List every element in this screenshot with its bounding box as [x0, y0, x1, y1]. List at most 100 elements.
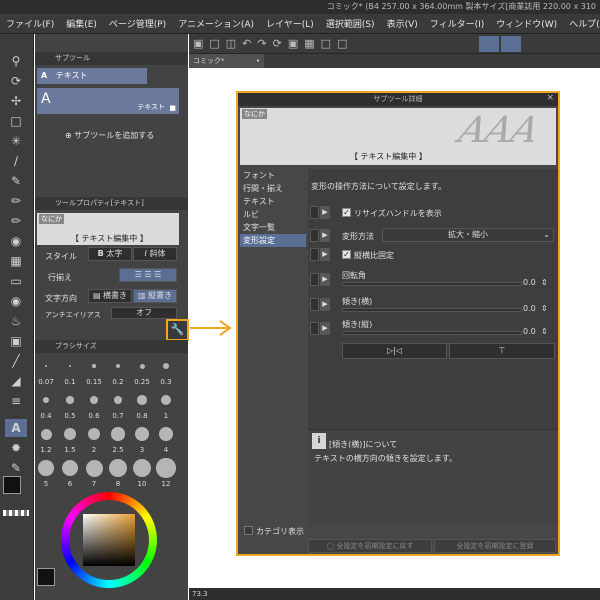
category-text[interactable]: テキスト [240, 195, 306, 208]
pen-icon[interactable]: ✎ [5, 172, 27, 190]
lock-toggle[interactable] [310, 206, 319, 219]
brush-size-cell[interactable]: 0.25 [131, 356, 153, 388]
brush-size-cell[interactable]: 2.5 [107, 424, 129, 456]
expand-arrow-icon[interactable]: ▶ [320, 229, 330, 242]
brush-size-cell[interactable]: 5 [35, 458, 57, 490]
vertical-text-button[interactable]: ▥ 縦書き [133, 289, 177, 303]
transform-select[interactable]: 拡大・縮小 ⌄ [382, 228, 554, 242]
eyedropper-icon[interactable]: ∕ [5, 152, 27, 170]
decoration-icon[interactable]: ▦ [5, 252, 27, 270]
rotation-slider[interactable] [342, 282, 522, 286]
menu-page[interactable]: ページ管理(P) [103, 17, 172, 30]
expand-arrow-icon[interactable]: ▶ [320, 298, 330, 311]
color-wheel[interactable] [61, 492, 157, 588]
brush-size-cell[interactable]: 0.6 [83, 390, 105, 422]
spinner-icon[interactable]: ⇕ [541, 327, 548, 336]
zoom-icon[interactable]: ⚲ [5, 52, 27, 70]
category-font[interactable]: フォント [240, 169, 306, 182]
skew-v-slider[interactable] [342, 331, 522, 335]
blend-icon[interactable]: ◉ [5, 292, 27, 310]
subtool-item-text-2[interactable]: A テキスト ■ [37, 88, 179, 114]
brush-size-cell[interactable]: 0.8 [131, 390, 153, 422]
brush-size-cell[interactable]: 0.7 [107, 390, 129, 422]
brush-size-cell[interactable]: 0.07 [35, 356, 57, 388]
lock-toggle[interactable] [310, 248, 319, 261]
selection-icon[interactable]: □ [5, 112, 27, 130]
keep-ratio-checkbox[interactable]: ✓ [342, 250, 351, 259]
spinner-icon[interactable]: ⇕ [541, 304, 548, 313]
subtool-item-text-1[interactable]: A テキスト [37, 68, 147, 84]
brush-size-cell[interactable]: 1.2 [35, 424, 57, 456]
menu-help[interactable]: ヘルプ(H) [563, 17, 600, 30]
antialias-select[interactable]: オフ [111, 307, 177, 319]
brush-size-cell[interactable]: 0.1 [59, 356, 81, 388]
menu-layer[interactable]: レイヤー(L) [260, 17, 320, 30]
brush-size-cell[interactable]: 0.3 [155, 356, 177, 388]
command-bar-icons[interactable]: ▣□◫↶↷⟳▣▦□□ [193, 37, 353, 50]
brush-size-cell[interactable]: 7 [83, 458, 105, 490]
skew-h-slider[interactable] [342, 308, 522, 312]
register-all-button[interactable]: 全設定を初期設定に登録 [434, 539, 556, 553]
category-transform[interactable]: 変形設定 [240, 234, 306, 247]
lock-toggle[interactable] [310, 273, 319, 286]
figure-icon[interactable]: ╱ [5, 352, 27, 370]
airbrush-icon[interactable]: ◉ [5, 232, 27, 250]
eraser-icon[interactable]: ▭ [5, 272, 27, 290]
flip-vertical-icon[interactable]: ⊤ [449, 343, 555, 359]
menu-selection[interactable]: 選択範囲(S) [320, 17, 381, 30]
brush-size-cell[interactable]: 10 [131, 458, 153, 490]
menu-view[interactable]: 表示(V) [381, 17, 424, 30]
lock-toggle[interactable] [310, 229, 319, 242]
correct-line-icon[interactable]: ✎ [5, 459, 27, 477]
pencil-icon[interactable]: ✏ [5, 192, 27, 210]
show-category-checkbox[interactable] [244, 526, 253, 535]
menu-window[interactable]: ウィンドウ(W) [490, 17, 563, 30]
brush-size-cell[interactable]: 12 [155, 458, 177, 490]
menu-animation[interactable]: アニメーション(A) [172, 17, 260, 30]
close-icon[interactable]: × [546, 93, 554, 103]
brush-size-cell[interactable]: 0.15 [83, 356, 105, 388]
rotation-value[interactable]: 0.0 [523, 278, 536, 287]
align-selector[interactable]: ☰ ☰ ☰ [119, 268, 177, 282]
category-char-list[interactable]: 文字一覧 [240, 221, 306, 234]
expand-arrow-icon[interactable]: ▶ [320, 322, 330, 335]
brush-size-cell[interactable]: 0.2 [107, 356, 129, 388]
menu-filter[interactable]: フィルター(I) [424, 17, 491, 30]
tab-comic[interactable]: コミック* • [189, 54, 264, 68]
brush-icon[interactable]: ✏ [5, 212, 27, 230]
fill-icon[interactable]: ♨ [5, 312, 27, 330]
main-color-swatch[interactable] [3, 476, 21, 494]
brush-size-cell[interactable]: 8 [107, 458, 129, 490]
add-subtool-button[interactable]: ⊕ サブツールを追加する [65, 130, 154, 141]
category-spacing[interactable]: 行間・揃え [240, 182, 306, 195]
reset-all-button[interactable]: ◯ 全設定を初期設定に戻す [308, 539, 432, 553]
gradient-icon[interactable]: ▣ [5, 332, 27, 350]
category-ruby[interactable]: ルビ [240, 208, 306, 221]
main-color-mini[interactable] [37, 568, 55, 586]
resize-handle-checkbox[interactable]: ✓ [342, 208, 351, 217]
transparent-color-swatch[interactable] [3, 510, 29, 516]
bold-toggle[interactable]: B 太字 [88, 247, 132, 261]
skew-h-value[interactable]: 0.0 [523, 304, 536, 313]
horizontal-text-button[interactable]: ▤ 横書き [88, 289, 132, 303]
close-icon[interactable]: • [256, 54, 260, 68]
brush-size-cell[interactable]: 3 [131, 424, 153, 456]
italic-toggle[interactable]: I 斜体 [133, 247, 177, 261]
frame-icon[interactable]: ◢ [5, 372, 27, 390]
expand-arrow-icon[interactable]: ▶ [320, 248, 330, 261]
brush-size-cell[interactable]: 6 [59, 458, 81, 490]
flip-horizontal-icon[interactable]: ▷|◁ [342, 343, 447, 359]
rotate-icon[interactable]: ⟳ [5, 72, 27, 90]
brush-size-cell[interactable]: 2 [83, 424, 105, 456]
spinner-icon[interactable]: ⇕ [541, 278, 548, 287]
balloon-icon[interactable]: ✹ [5, 439, 27, 457]
brush-size-cell[interactable]: 1.5 [59, 424, 81, 456]
skew-v-value[interactable]: 0.0 [523, 327, 536, 336]
special-ruler-snap-icon[interactable] [501, 36, 521, 52]
saturation-value-square[interactable] [83, 514, 135, 566]
lock-toggle[interactable] [310, 298, 319, 311]
text-tool-icon[interactable]: A [5, 419, 27, 437]
ruler-snap-icon[interactable] [479, 36, 499, 52]
move-icon[interactable]: ✢ [5, 92, 27, 110]
ruler-icon[interactable]: ≡ [5, 392, 27, 410]
